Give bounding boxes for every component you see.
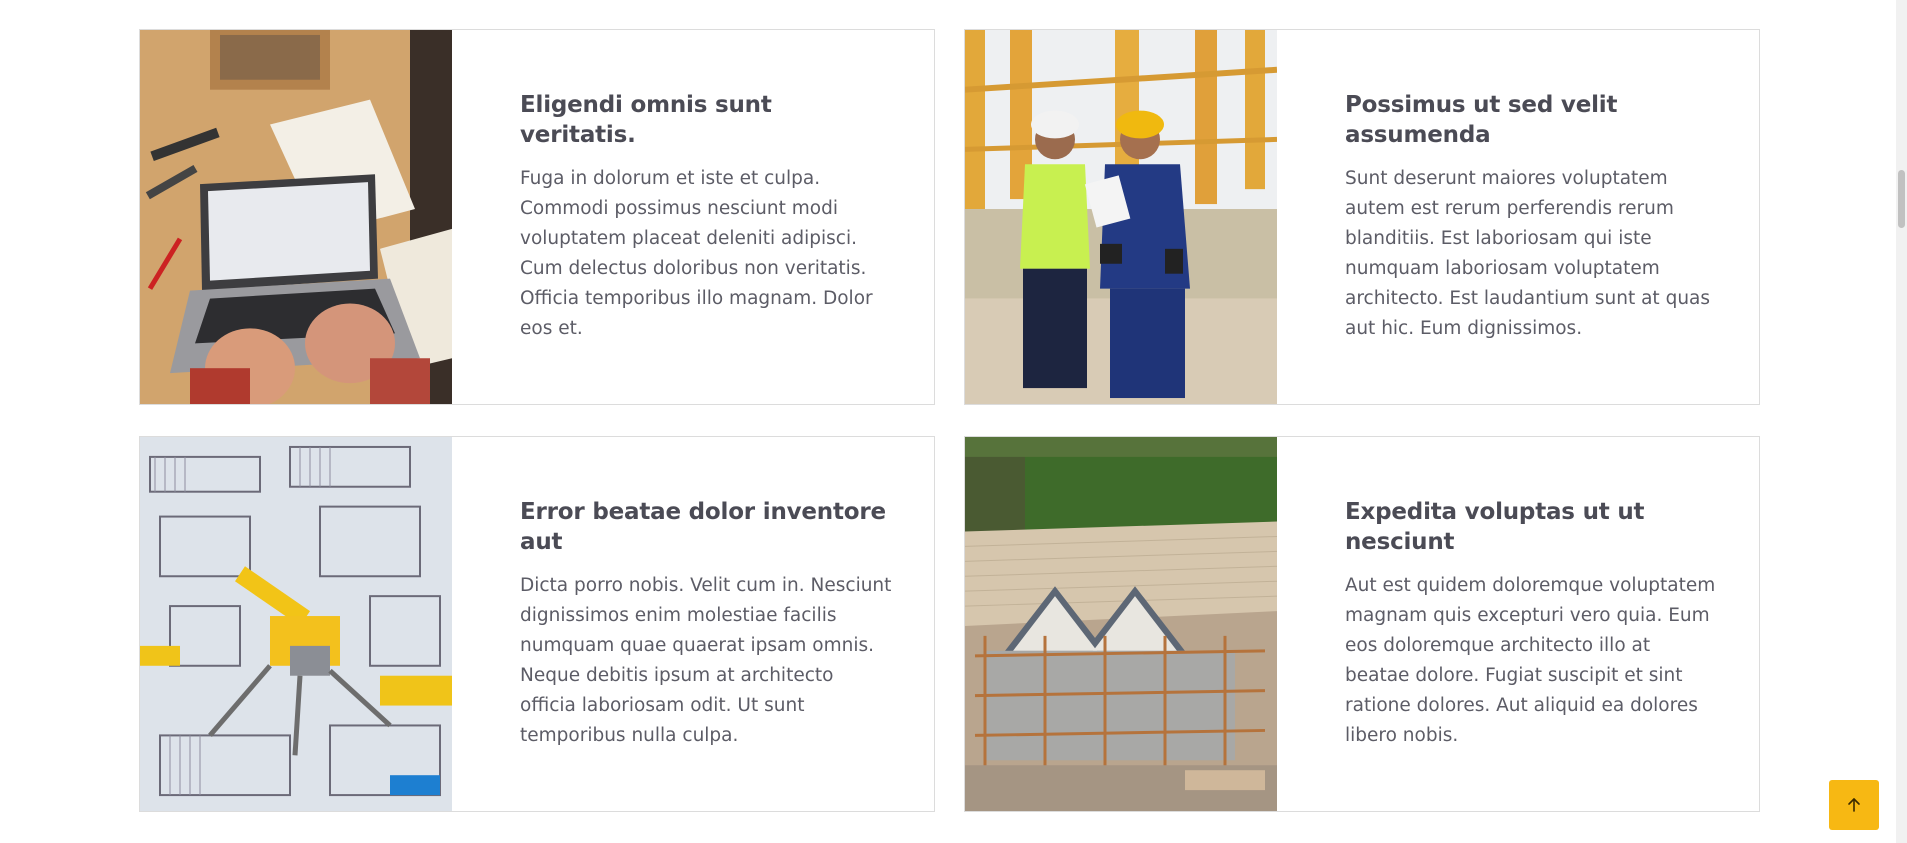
card-title[interactable]: Error beatae dolor inventore aut <box>520 497 894 557</box>
service-card: Expedita voluptas ut ut nesciunt Aut est… <box>964 436 1760 812</box>
card-title[interactable]: Eligendi omnis sunt veritatis. <box>520 90 894 150</box>
card-body: Expedita voluptas ut ut nesciunt Aut est… <box>1277 437 1759 811</box>
card-title[interactable]: Possimus ut sed velit assumenda <box>1345 90 1719 150</box>
card-body: Eligendi omnis sunt veritatis. Fuga in d… <box>452 30 934 404</box>
scrollbar-thumb[interactable] <box>1898 170 1905 228</box>
back-to-top-button[interactable] <box>1829 780 1879 830</box>
service-card: Possimus ut sed velit assumenda Sunt des… <box>964 29 1760 405</box>
card-description: Sunt deserunt maiores voluptatem autem e… <box>1345 168 1711 339</box>
card-description: Fuga in dolorum et iste et culpa. Commod… <box>520 168 873 339</box>
card-description: Aut est quidem doloremque voluptatem mag… <box>1345 575 1716 746</box>
arrow-up-icon <box>1848 798 1860 812</box>
laptop-workbench-image <box>140 30 452 404</box>
page-scrollbar[interactable] <box>1896 0 1907 843</box>
construction-site-aerial-image <box>140 437 452 811</box>
card-body: Error beatae dolor inventore aut Dicta p… <box>452 437 934 811</box>
construction-workers-image <box>965 30 1277 404</box>
card-description: Dicta porro nobis. Velit cum in. Nesciun… <box>520 575 892 746</box>
service-card: Eligendi omnis sunt veritatis. Fuga in d… <box>139 29 935 405</box>
house-scaffolding-image <box>965 437 1277 811</box>
card-title[interactable]: Expedita voluptas ut ut nesciunt <box>1345 497 1719 557</box>
services-grid: Eligendi omnis sunt veritatis. Fuga in d… <box>0 0 1907 843</box>
card-body: Possimus ut sed velit assumenda Sunt des… <box>1277 30 1759 404</box>
service-card: Error beatae dolor inventore aut Dicta p… <box>139 436 935 812</box>
